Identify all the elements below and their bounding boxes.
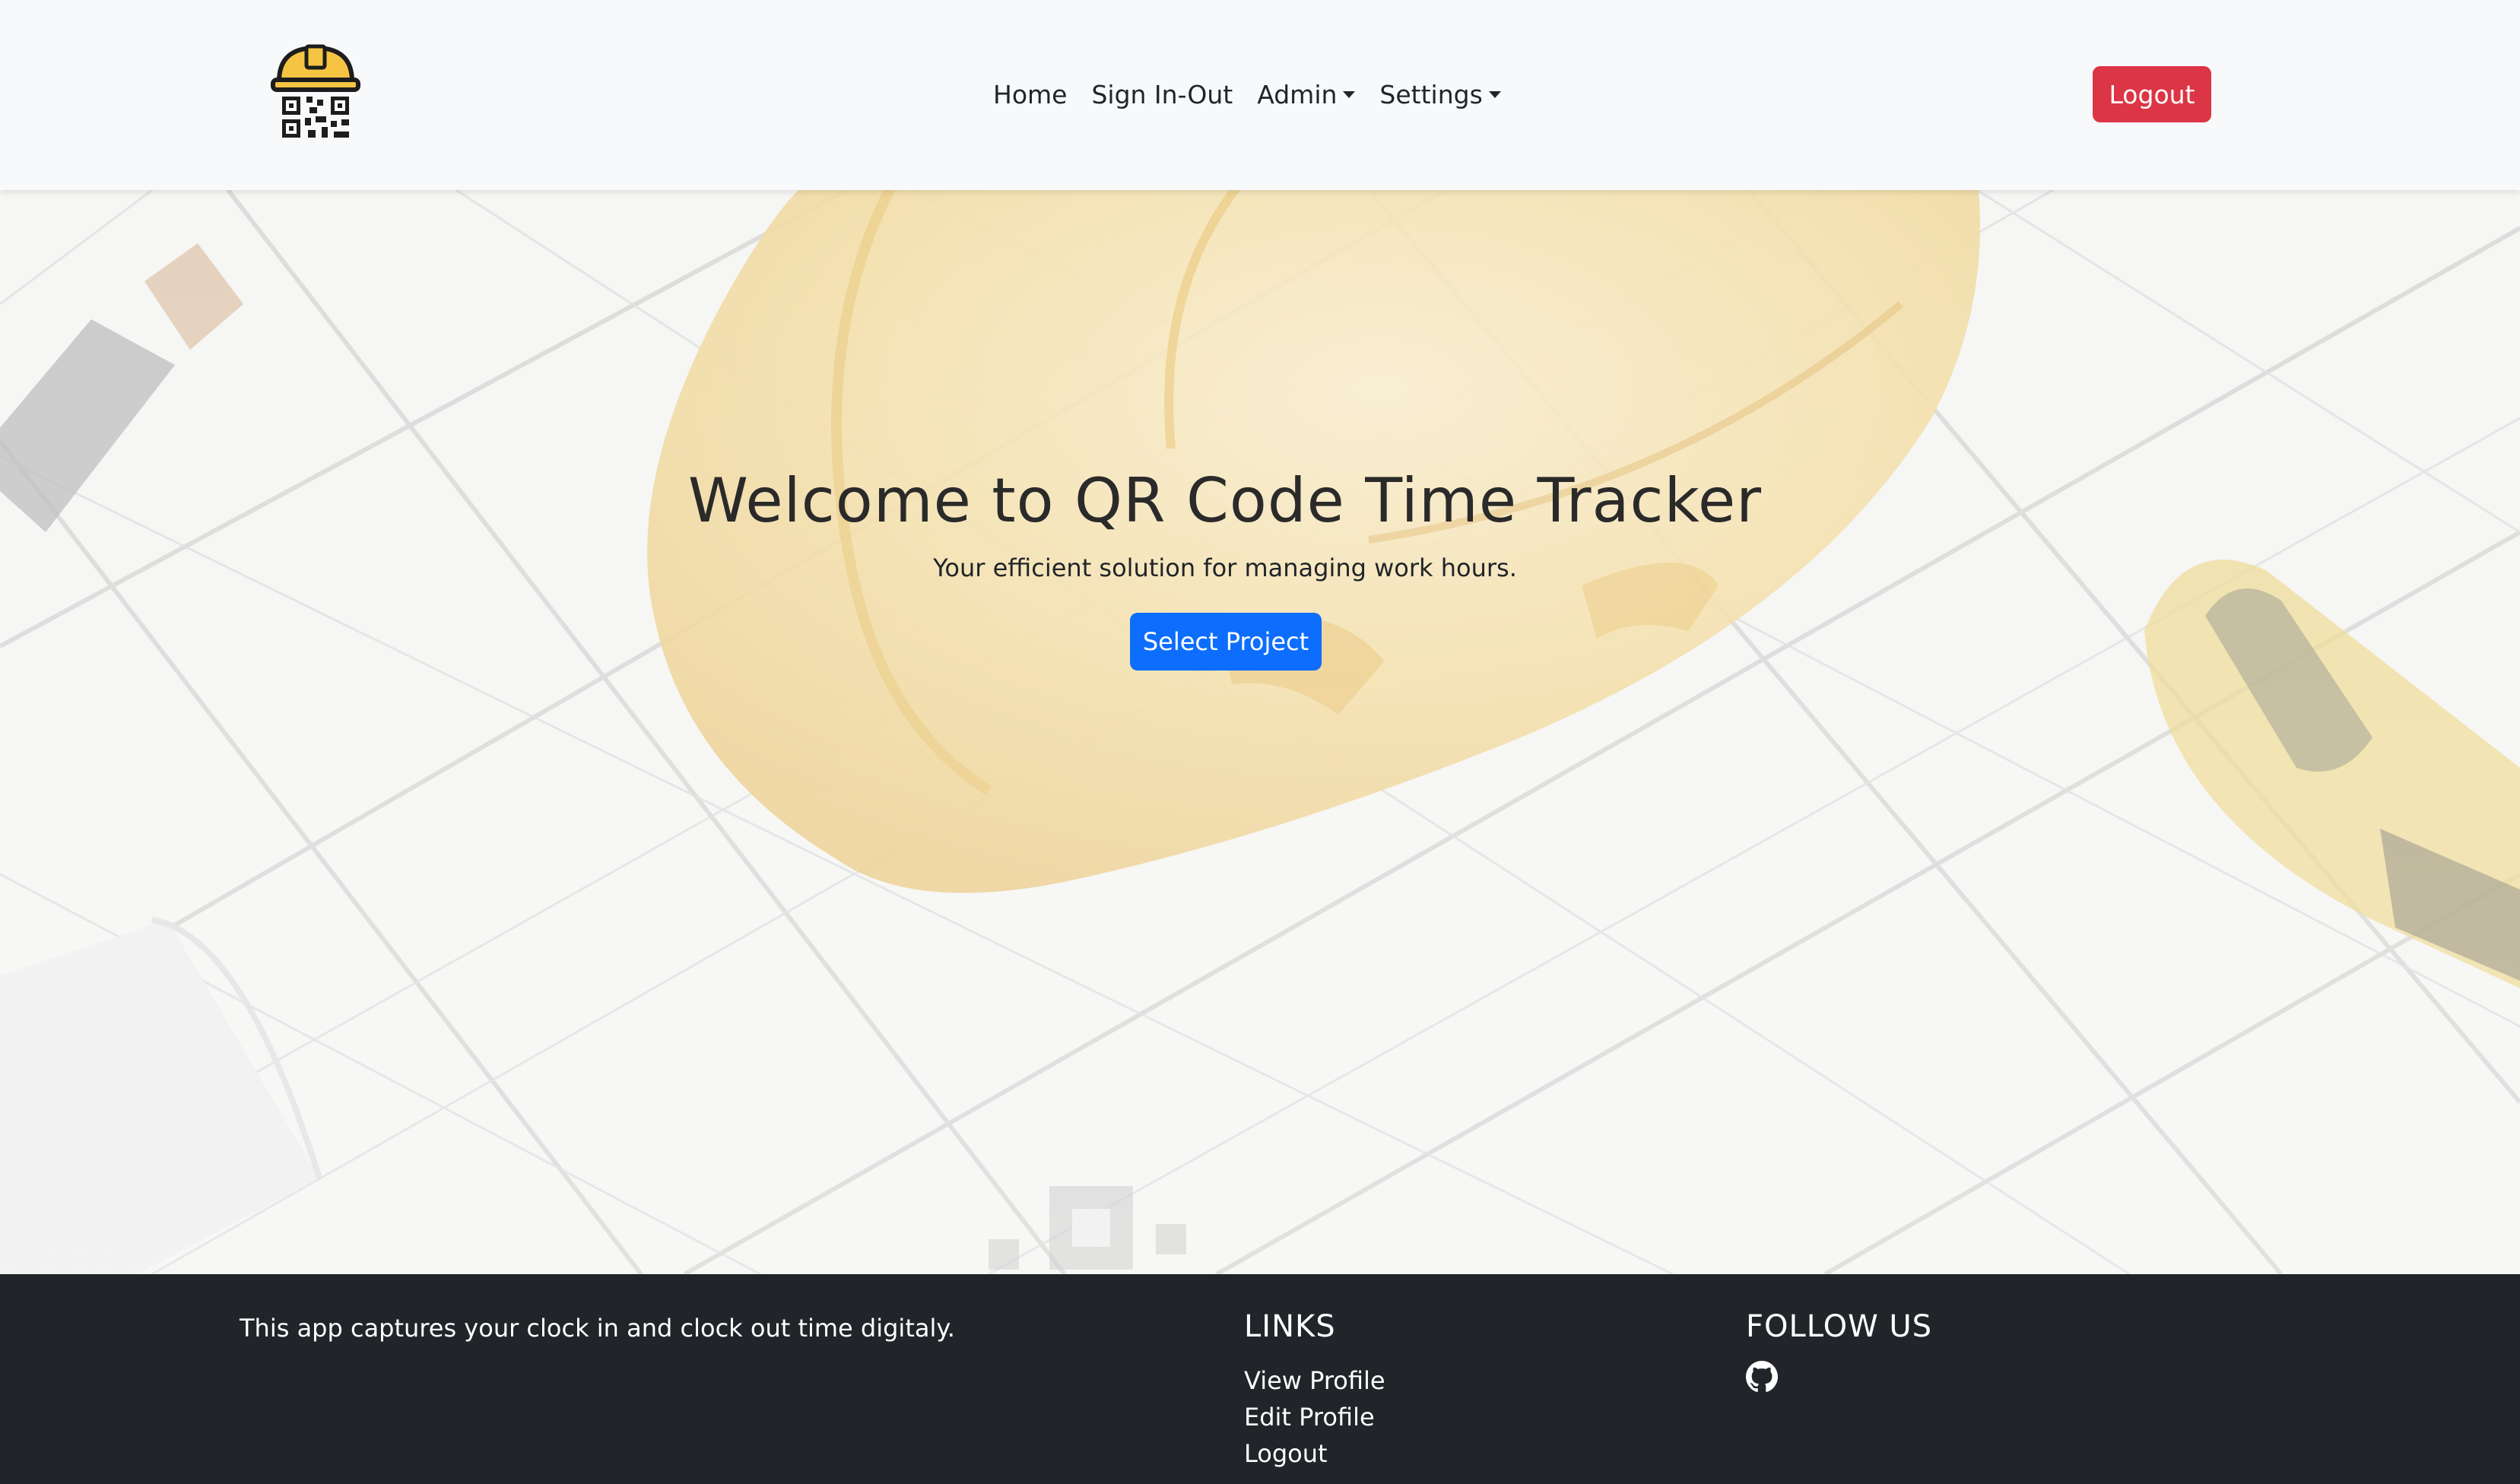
footer-follow-heading: FOLLOW US [1746, 1309, 1933, 1344]
footer-link-edit-profile[interactable]: Edit Profile [1244, 1399, 1385, 1435]
hardhat-qr-logo-icon[interactable] [270, 42, 361, 141]
footer-links-list: View Profile Edit Profile Logout [1244, 1362, 1385, 1472]
footer-about-text: This app captures your clock in and cloc… [240, 1314, 955, 1343]
footer-link-logout[interactable]: Logout [1244, 1435, 1385, 1472]
nav-sign-in-out-label: Sign In-Out [1091, 79, 1233, 109]
nav-sign-in-out[interactable]: Sign In-Out [1079, 80, 1245, 109]
caret-down-icon [1488, 90, 1501, 98]
hero-title: Welcome to QR Code Time Tracker [687, 465, 1763, 536]
navbar: Home Sign In-Out Admin Settings Logout [0, 0, 2520, 190]
nav-admin-label: Admin [1257, 79, 1338, 109]
footer-links-heading: LINKS [1244, 1309, 1336, 1344]
nav-settings-label: Settings [1379, 79, 1483, 109]
logout-button[interactable]: Logout [2093, 66, 2211, 122]
footer: This app captures your clock in and cloc… [0, 1274, 2520, 1484]
main-nav: Home Sign In-Out Admin Settings [981, 73, 1513, 116]
nav-settings-dropdown[interactable]: Settings [1367, 80, 1512, 109]
nav-admin-dropdown[interactable]: Admin [1245, 80, 1367, 109]
caret-down-icon [1343, 90, 1356, 98]
hero-subtitle: Your efficient solution for managing wor… [933, 553, 1517, 582]
nav-home[interactable]: Home [981, 80, 1079, 109]
blueprint-hardhat-background-image [0, 190, 2520, 1274]
nav-home-label: Home [993, 79, 1068, 109]
hero-section: Welcome to QR Code Time Tracker Your eff… [0, 190, 2520, 1274]
select-project-button[interactable]: Select Project [1130, 613, 1322, 671]
footer-link-view-profile[interactable]: View Profile [1244, 1362, 1385, 1399]
github-icon[interactable] [1746, 1361, 1778, 1393]
